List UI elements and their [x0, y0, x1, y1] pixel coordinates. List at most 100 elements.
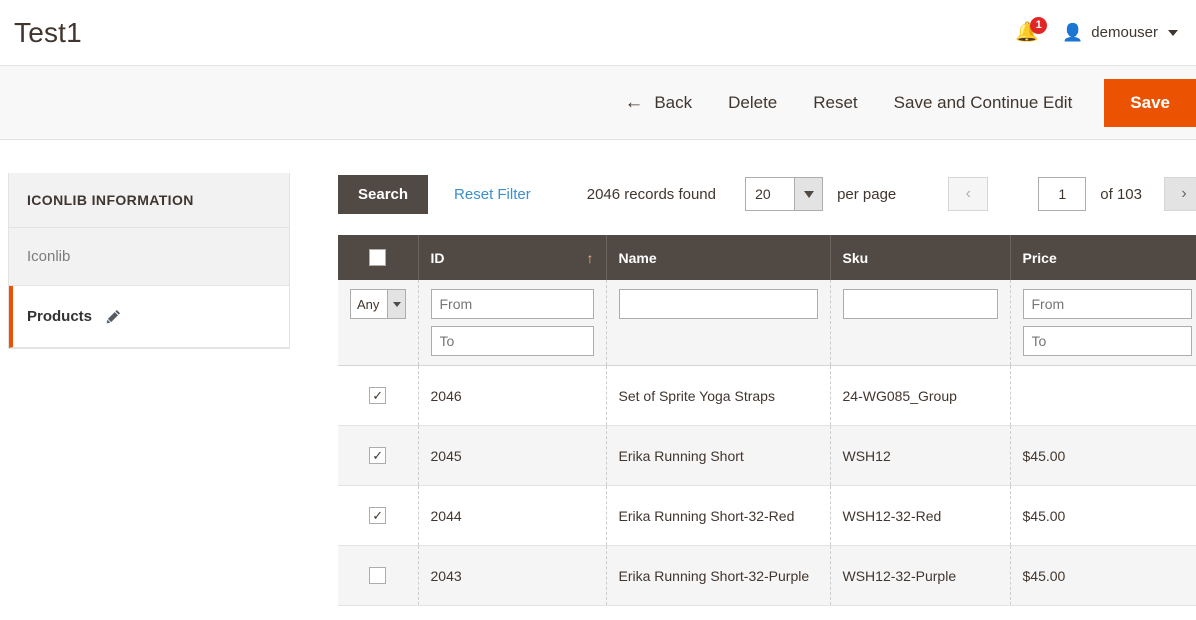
select-all-checkbox[interactable]	[369, 249, 387, 266]
column-header-price[interactable]: Price	[1010, 235, 1196, 280]
column-header-name[interactable]: Name	[606, 235, 831, 280]
select-all-column-header[interactable]	[338, 235, 419, 280]
reset-button-label: Reset	[813, 92, 858, 112]
cell-sku: WSH12	[830, 425, 1011, 486]
save-button[interactable]: Save	[1104, 78, 1196, 127]
delete-button[interactable]: Delete	[710, 83, 795, 123]
filter-name-input[interactable]	[618, 289, 818, 319]
column-header-sku[interactable]: Sku	[830, 235, 1011, 280]
column-header-label: ID	[430, 249, 445, 266]
cell-name: Erika Running Short-32-Purple	[606, 545, 831, 606]
records-found-label: 2046 records found	[586, 185, 716, 203]
row-checkbox[interactable]	[369, 567, 387, 584]
page-header: Test1 🔔 1 👤 demouser	[0, 0, 1196, 65]
search-button[interactable]: Search	[338, 174, 429, 214]
cell-id: 2046	[418, 365, 607, 426]
cell-sku: WSH12-32-Purple	[830, 545, 1011, 606]
filter-id-from-input[interactable]	[430, 289, 594, 319]
column-header-label: Name	[618, 249, 657, 266]
massaction-filter-select[interactable]: Any	[350, 289, 406, 319]
user-avatar-icon: 👤	[1062, 23, 1084, 42]
filter-cell-name	[606, 280, 831, 366]
column-header-label: Price	[1022, 249, 1057, 266]
sidebar-title: ICONLIB INFORMATION	[9, 173, 289, 228]
row-select-cell[interactable]: ✓	[338, 425, 419, 486]
grid-area: Search Reset Filter 2046 records found 2…	[338, 173, 1196, 606]
cell-sku: 24-WG085_Group	[830, 365, 1011, 426]
column-header-id[interactable]: ID ↑	[418, 235, 607, 280]
filter-id-to-input[interactable]	[430, 326, 594, 356]
grid-filter-row: Any	[338, 280, 1196, 366]
filter-price-to-input[interactable]	[1022, 326, 1192, 356]
page-body: ICONLIB INFORMATION Iconlib Products Sea…	[0, 140, 1196, 606]
reset-button[interactable]: Reset	[795, 83, 875, 123]
chevron-down-icon	[794, 178, 823, 210]
sidebar-item-products[interactable]: Products	[9, 286, 289, 348]
back-button-label: Back	[654, 92, 693, 112]
chevron-down-icon	[387, 290, 405, 318]
cell-price	[1010, 365, 1196, 426]
pagination-controls: 20 per page ‹ of 103 ›	[745, 177, 1196, 211]
row-select-cell[interactable]: ✓	[338, 485, 419, 546]
row-select-cell[interactable]: ✓	[338, 365, 419, 426]
save-and-continue-edit-button[interactable]: Save and Continue Edit	[876, 83, 1091, 123]
action-toolbar: ← Back Delete Reset Save and Continue Ed…	[0, 65, 1196, 140]
cell-price: $45.00	[1010, 485, 1196, 546]
cell-price: $45.00	[1010, 545, 1196, 606]
delete-button-label: Delete	[728, 92, 778, 112]
products-grid: ID ↑ Name Sku Price Any From To From To …	[338, 235, 1196, 606]
cell-id: 2044	[418, 485, 607, 546]
table-row[interactable]: ✓ 2046 Set of Sprite Yoga Straps 24-WG08…	[338, 365, 1196, 426]
cell-name: Erika Running Short	[606, 425, 831, 486]
cell-id: 2043	[418, 545, 607, 606]
chevron-right-icon: ›	[1181, 185, 1187, 202]
save-and-continue-edit-label: Save and Continue Edit	[893, 92, 1073, 112]
sidebar: ICONLIB INFORMATION Iconlib Products	[8, 173, 290, 349]
cell-id: 2045	[418, 425, 607, 486]
reset-filter-link[interactable]: Reset Filter	[454, 186, 531, 203]
chevron-down-icon	[1168, 29, 1178, 36]
filter-cell-sku	[830, 280, 1011, 366]
row-checkbox[interactable]: ✓	[369, 447, 387, 464]
page-title: Test1	[14, 16, 82, 48]
filter-cell-id	[418, 280, 607, 366]
row-checkbox[interactable]: ✓	[369, 387, 387, 404]
arrow-up-icon: ↑	[586, 249, 594, 266]
table-row[interactable]: ✓ 2044 Erika Running Short-32-Red WSH12-…	[338, 485, 1196, 546]
row-checkbox[interactable]: ✓	[369, 507, 387, 524]
sidebar-item-iconlib[interactable]: Iconlib	[9, 228, 289, 286]
cell-price: $45.00	[1010, 425, 1196, 486]
grid-header-row: ID ↑ Name Sku Price	[338, 235, 1196, 280]
massaction-filter-value: Any	[357, 296, 380, 312]
notification-count-badge: 1	[1030, 16, 1048, 34]
sidebar-item-label: Products	[27, 308, 93, 325]
chevron-left-icon: ‹	[965, 185, 971, 202]
pencil-icon	[106, 309, 121, 324]
notifications-button[interactable]: 🔔 1	[1014, 16, 1048, 46]
user-menu[interactable]: 👤 demouser	[1062, 24, 1178, 41]
total-pages-label: of 103	[1100, 185, 1142, 203]
sidebar-item-label: Iconlib	[27, 248, 71, 265]
cell-name: Set of Sprite Yoga Straps	[606, 365, 831, 426]
previous-page-button[interactable]: ‹	[948, 177, 989, 211]
per-page-value: 20	[755, 186, 771, 202]
filter-cell-price	[1010, 280, 1196, 366]
header-actions: 🔔 1 👤 demouser	[1014, 16, 1178, 46]
table-row[interactable]: 2043 Erika Running Short-32-Purple WSH12…	[338, 545, 1196, 606]
filter-price-from-input[interactable]	[1022, 289, 1192, 319]
back-button[interactable]: ← Back	[606, 83, 710, 123]
table-row[interactable]: ✓ 2045 Erika Running Short WSH12 $45.00	[338, 425, 1196, 486]
cell-name: Erika Running Short-32-Red	[606, 485, 831, 546]
arrow-left-icon: ←	[624, 92, 644, 113]
column-header-label: Sku	[842, 249, 869, 266]
filter-sku-input[interactable]	[842, 289, 998, 319]
user-name-label: demouser	[1091, 24, 1158, 41]
page-number-input[interactable]	[1038, 177, 1087, 211]
filter-cell-select: Any	[338, 280, 419, 366]
next-page-button[interactable]: ›	[1164, 177, 1196, 211]
per-page-label: per page	[837, 185, 897, 203]
cell-sku: WSH12-32-Red	[830, 485, 1011, 546]
grid-toolbar: Search Reset Filter 2046 records found 2…	[338, 173, 1196, 215]
row-select-cell[interactable]	[338, 545, 419, 606]
per-page-select[interactable]: 20	[745, 177, 824, 211]
